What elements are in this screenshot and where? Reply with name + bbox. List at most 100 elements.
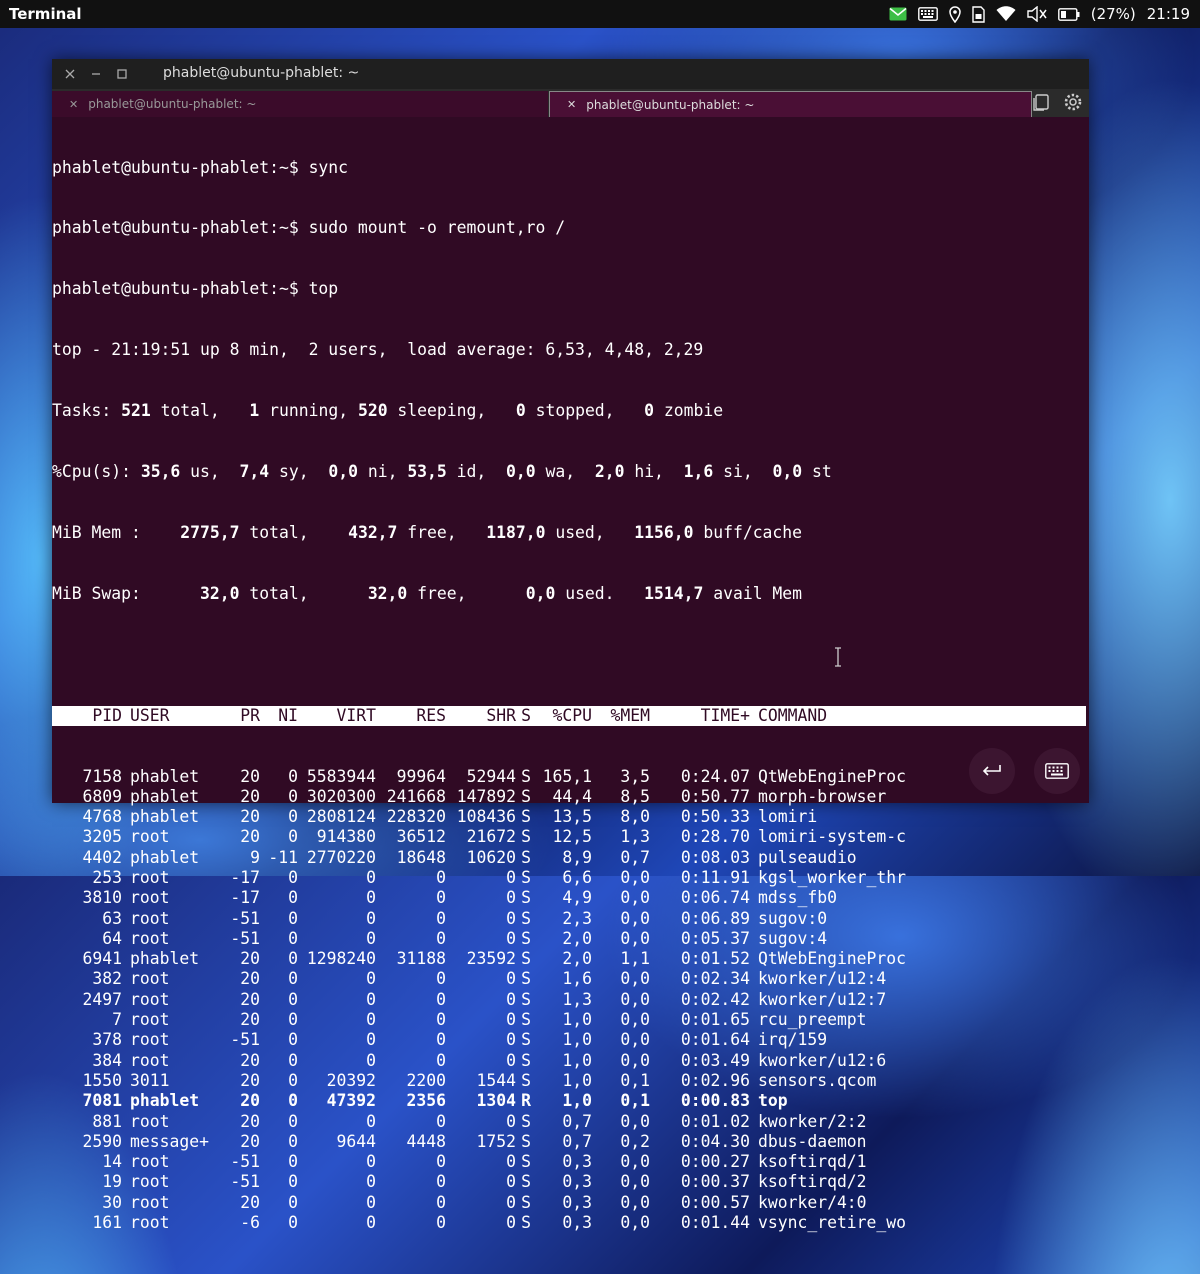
process-cell-pid: 881	[92, 1111, 122, 1131]
process-cell-ni: 0	[288, 1091, 298, 1111]
process-cell-ni: 0	[288, 807, 298, 827]
settings-button[interactable]	[1063, 92, 1083, 116]
location-icon[interactable]	[948, 5, 961, 23]
process-cell-virt: 0	[366, 1111, 376, 1131]
tab-2[interactable]: ✕ phablet@ubuntu-phablet: ~	[549, 91, 1032, 117]
process-cell-cmd: kgsl_worker_thr	[758, 867, 907, 887]
process-cell-user: root	[130, 827, 170, 847]
close-window-button[interactable]	[63, 67, 77, 81]
maximize-window-button[interactable]	[115, 67, 129, 81]
process-cell-virt: 2770220	[306, 847, 376, 867]
close-icon	[65, 69, 75, 79]
process-cell-user: root	[130, 969, 170, 989]
column-header: COMMAND	[758, 705, 828, 725]
process-cell-pr: 9	[250, 847, 260, 867]
process-cell-user: root	[130, 1030, 170, 1050]
minimize-window-button[interactable]	[89, 67, 103, 81]
process-row: 2497 root 20 0 0 0 0 S 1,3 0,0 0:02.42 kworker/u12:…	[52, 990, 1089, 1010]
battery-icon[interactable]	[1057, 7, 1080, 21]
process-cell-shr: 0	[506, 1050, 516, 1070]
process-row: 4768 phablet 20 0 2808124 228320 108436 S 13,5 8,…	[52, 807, 1089, 827]
process-row: 161 root -6 0 0 0 0 S 0,3 0,0 0:01.44 vsync_retire_…	[52, 1213, 1089, 1233]
app-title: Terminal	[9, 5, 82, 23]
process-cell-s: S	[521, 1050, 531, 1070]
command-line: phablet@ubuntu-phablet:~$ sync	[52, 157, 349, 177]
sim-card-icon[interactable]	[972, 5, 985, 23]
process-cell-time: 0:06.74	[680, 888, 750, 908]
process-cell-pr: 20	[240, 807, 260, 827]
process-cell-pr: 20	[240, 949, 260, 969]
process-cell-mem: 0,0	[620, 969, 650, 989]
process-cell-ni: 0	[288, 928, 298, 948]
process-cell-pid: 2590	[82, 1131, 122, 1151]
process-cell-user: phablet	[130, 949, 200, 969]
process-cell-res: 0	[436, 1010, 446, 1030]
terminal-output[interactable]: phablet@ubuntu-phablet:~$ sync phablet@u…	[52, 117, 1089, 1274]
process-cell-time: 0:02.42	[680, 989, 750, 1009]
process-cell-pr: -51	[230, 1172, 260, 1192]
enter-key-button[interactable]	[969, 748, 1015, 794]
process-cell-pid: 384	[92, 1050, 122, 1070]
tab-1[interactable]: ✕ phablet@ubuntu-phablet: ~	[52, 91, 548, 117]
window-titlebar[interactable]: phablet@ubuntu-phablet: ~	[52, 59, 1089, 89]
process-cell-res: 228320	[386, 807, 446, 827]
process-cell-pid: 19	[102, 1172, 122, 1192]
return-icon	[982, 765, 1001, 776]
process-cell-s: S	[521, 949, 531, 969]
text-cursor-icon	[833, 647, 843, 667]
process-cell-user: root	[130, 1152, 170, 1172]
process-cell-time: 0:28.70	[680, 827, 750, 847]
process-cell-cmd: QtWebEngineProc	[758, 949, 907, 969]
process-cell-res: 0	[436, 989, 446, 1009]
close-tab-icon[interactable]: ✕	[567, 98, 576, 111]
process-cell-cpu: 12,5	[552, 827, 592, 847]
process-cell-shr: 1304	[476, 1091, 516, 1111]
process-cell-res: 241668	[386, 786, 446, 806]
process-cell-s: S	[521, 888, 531, 908]
process-row: 19 root -51 0 0 0 0 S 0,3 0,0 0:00.37 ksoftirqd/2	[52, 1172, 1089, 1192]
process-cell-user: root	[130, 888, 170, 908]
process-cell-pr: 20	[240, 786, 260, 806]
process-cell-cpu: 165,1	[542, 766, 592, 786]
on-screen-keyboard-button[interactable]	[1034, 748, 1080, 794]
process-cell-cmd: rcu_preempt	[758, 1010, 867, 1030]
process-cell-cmd: kworker/u12:6	[758, 1050, 887, 1070]
volume-muted-icon[interactable]	[1027, 6, 1047, 22]
new-tab-button[interactable]	[1031, 92, 1051, 116]
process-cell-user: root	[130, 1172, 170, 1192]
process-cell-cpu: 2,0	[562, 949, 592, 969]
process-cell-pid: 1550	[82, 1070, 122, 1090]
process-cell-s: S	[521, 1213, 531, 1233]
mail-icon[interactable]	[889, 7, 907, 21]
wifi-icon[interactable]	[996, 6, 1016, 22]
process-row: 14 root -51 0 0 0 0 S 0,3 0,0 0:00.27 ksoftirqd/1	[52, 1152, 1089, 1172]
top-cpu-line: %Cpu(s): 35,6 us, 7,4 sy, 0,0 ni, 53,5 i…	[52, 462, 832, 482]
process-cell-pid: 30	[102, 1192, 122, 1212]
process-cell-shr: 0	[506, 908, 516, 928]
process-cell-virt: 0	[366, 1172, 376, 1192]
process-cell-cpu: 1,6	[562, 969, 592, 989]
close-tab-icon[interactable]: ✕	[69, 98, 78, 111]
keyboard-indicator-icon[interactable]	[917, 7, 938, 21]
top-panel: Terminal (27%) 21:19	[0, 0, 1200, 28]
process-cell-ni: 0	[288, 1172, 298, 1192]
process-cell-s: S	[521, 786, 531, 806]
process-cell-shr: 21672	[466, 827, 516, 847]
process-cell-virt: 2808124	[306, 807, 376, 827]
clock[interactable]: 21:19	[1147, 5, 1190, 23]
process-cell-cmd: pulseaudio	[758, 847, 857, 867]
process-cell-cpu: 1,0	[562, 1070, 592, 1090]
process-cell-pid: 3205	[82, 827, 122, 847]
process-cell-mem: 3,5	[620, 766, 650, 786]
process-cell-s: S	[521, 1010, 531, 1030]
process-cell-ni: -11	[268, 847, 298, 867]
process-cell-virt: 0	[366, 1030, 376, 1050]
process-cell-shr: 108436	[456, 807, 516, 827]
process-cell-pr: -6	[240, 1213, 260, 1233]
process-row: 253 root -17 0 0 0 0 S 6,6 0,0 0:11.91 kgsl_worker_…	[52, 868, 1089, 888]
process-cell-pr: -17	[230, 867, 260, 887]
process-cell-pr: 20	[240, 969, 260, 989]
battery-percentage[interactable]: (27%)	[1091, 5, 1136, 23]
process-cell-res: 0	[436, 1111, 446, 1131]
process-cell-mem: 0,0	[620, 928, 650, 948]
